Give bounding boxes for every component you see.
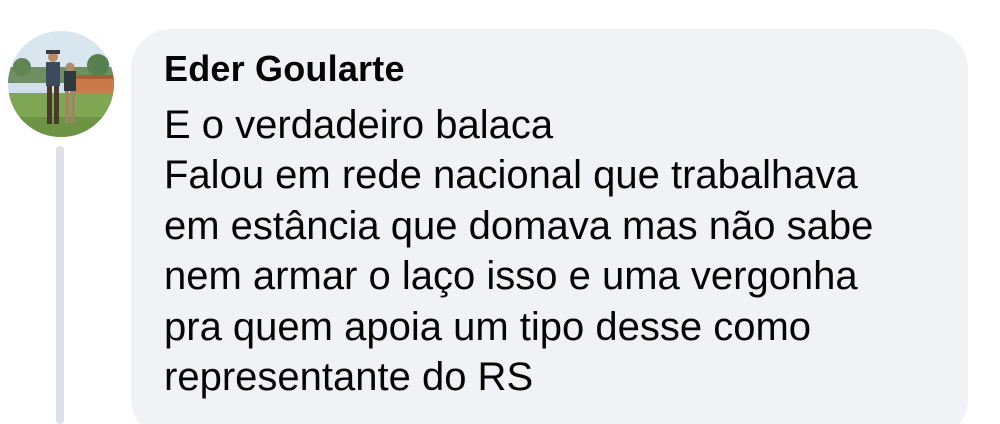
comment-body: E o verdadeiro balaca Falou em rede naci… — [164, 100, 954, 402]
comment-line: Falou em rede nacional que trabalhava — [164, 153, 858, 198]
avatar[interactable] — [8, 31, 114, 137]
comment-thread: Eder Goularte E o verdadeiro balaca Falo… — [0, 0, 1000, 424]
comment-line: representante do RS — [164, 355, 534, 400]
comment-line: pra quem apoia um tipo desse como — [164, 304, 812, 349]
comment-line: nem armar o laço isso e uma vergonha — [164, 254, 858, 299]
comment-line: em estância que domava mas não sabe — [164, 203, 874, 248]
profile-photo-icon — [8, 31, 114, 137]
comment-line: E o verdadeiro balaca — [164, 103, 554, 147]
comment-author-name[interactable]: Eder Goularte — [164, 47, 405, 91]
reply-thread-line — [56, 146, 64, 424]
